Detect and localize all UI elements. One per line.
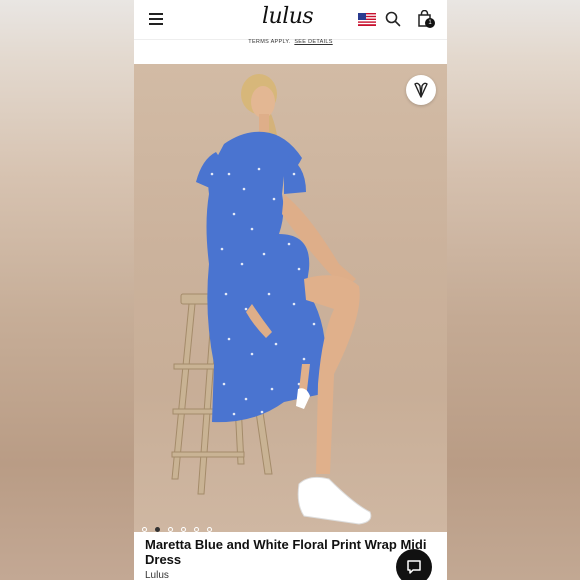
image-carousel-dots xyxy=(142,519,220,532)
see-details-link[interactable]: SEE DETAILS xyxy=(294,39,332,45)
us-flag-icon[interactable] xyxy=(358,13,376,26)
cart-count-badge: 1 xyxy=(425,18,435,28)
site-header: lulus 1 xyxy=(134,0,447,40)
chat-button[interactable] xyxy=(396,549,432,580)
menu-icon[interactable] xyxy=(149,13,163,25)
background-blur-left xyxy=(0,0,134,580)
carousel-dot[interactable] xyxy=(194,527,199,532)
wishlist-button[interactable] xyxy=(406,75,436,105)
product-title: Maretta Blue and White Floral Print Wrap… xyxy=(145,537,427,567)
carousel-dot-active[interactable] xyxy=(155,527,160,532)
phone-screen: lulus 1 TERMS APPLY. SEE DETAILS Maretta… xyxy=(134,0,447,580)
carousel-dot[interactable] xyxy=(207,527,212,532)
carousel-dot[interactable] xyxy=(142,527,147,532)
background-blur-right xyxy=(447,0,580,580)
promo-terms-text: TERMS APPLY. xyxy=(248,39,291,45)
product-image[interactable] xyxy=(134,64,447,532)
carousel-dot[interactable] xyxy=(168,527,173,532)
chat-bubble-icon xyxy=(407,560,421,574)
site-logo[interactable]: lulus xyxy=(262,4,314,29)
search-icon[interactable] xyxy=(385,11,401,27)
product-brand[interactable]: Lulus xyxy=(145,570,169,580)
heart-icon xyxy=(414,82,428,98)
carousel-dot[interactable] xyxy=(181,527,186,532)
promo-banner: TERMS APPLY. SEE DETAILS xyxy=(134,39,447,51)
